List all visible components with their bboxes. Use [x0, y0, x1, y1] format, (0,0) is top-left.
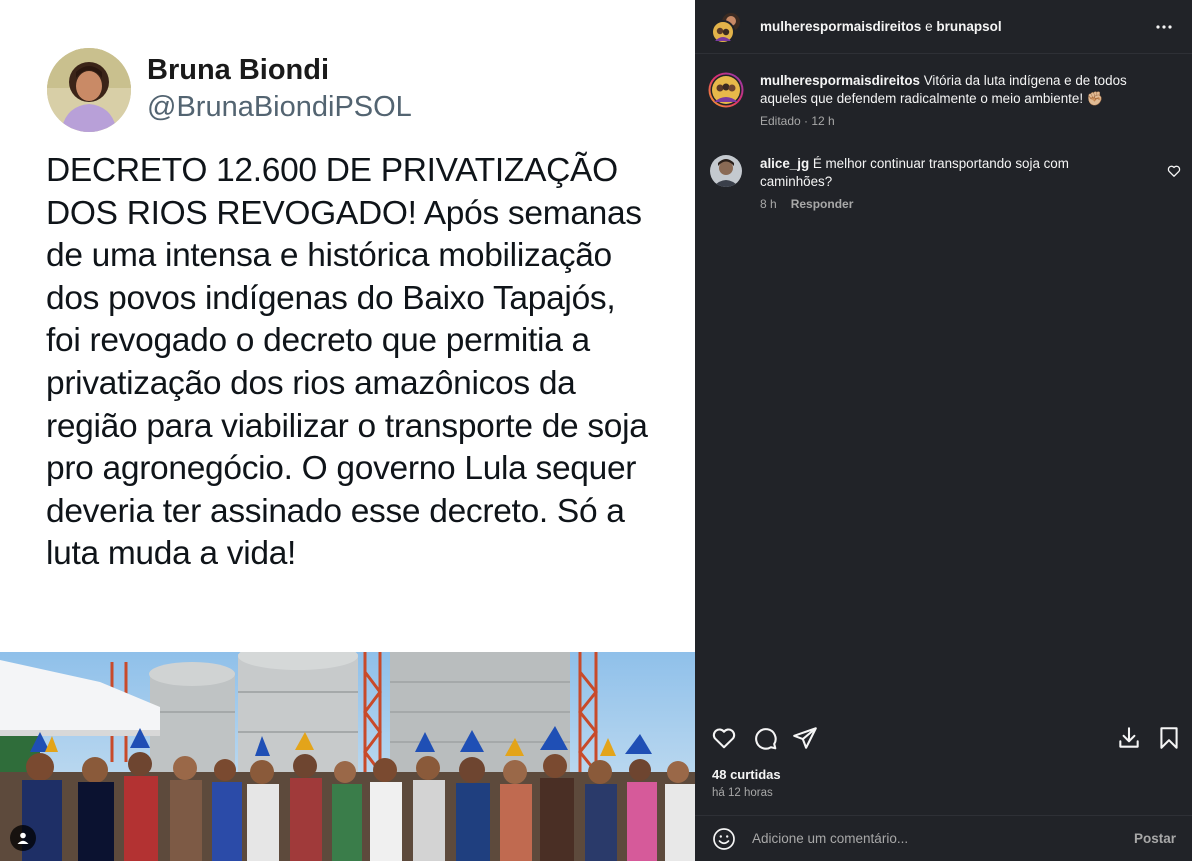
bookmark-icon: [1160, 727, 1178, 749]
emoji-button[interactable]: [712, 827, 736, 851]
caption-edited: Editado: [760, 114, 801, 128]
tweet-text: DECRETO 12.600 DE PRIVATIZAÇÃO DOS RIOS …: [46, 152, 648, 573]
heart-icon: [1167, 165, 1181, 177]
comment-time[interactable]: 8 h: [760, 197, 777, 211]
download-icon: [1119, 727, 1139, 748]
comment-input[interactable]: [752, 831, 1134, 846]
comment-item: alice_jg É melhor continuar transportand…: [710, 155, 1140, 211]
share-icon: [793, 727, 817, 749]
comment-username[interactable]: alice_jg: [760, 156, 809, 171]
more-horizontal-icon: [1156, 25, 1172, 29]
post-authors: mulherespormaisdireitos e brunapsol: [760, 19, 1002, 34]
like-button[interactable]: [711, 725, 737, 751]
caption: mulherespormaisdireitos Vitória da luta …: [708, 72, 1155, 128]
caption-time[interactable]: 12 h: [811, 114, 834, 128]
tweet-avatar: [47, 48, 131, 132]
author-1-link[interactable]: mulherespormaisdireitos: [760, 19, 921, 34]
share-button[interactable]: [792, 725, 818, 751]
protest-photo: [0, 652, 695, 861]
collab-avatars[interactable]: [711, 10, 743, 44]
likes-count[interactable]: 48 curtidas: [712, 767, 781, 782]
user-tag-icon[interactable]: [10, 825, 36, 851]
post-header: mulherespormaisdireitos e brunapsol: [695, 0, 1192, 54]
caption-username[interactable]: mulherespormaisdireitos: [760, 73, 920, 88]
comment-avatar[interactable]: [710, 155, 742, 187]
caption-meta: Editado · 12 h: [760, 114, 1155, 128]
download-button[interactable]: [1116, 725, 1142, 751]
heart-icon: [712, 728, 736, 749]
comment-meta: 8 h Responder: [760, 197, 1140, 211]
post-time[interactable]: há 12 horas: [712, 787, 773, 799]
comment-button[interactable]: [752, 725, 778, 751]
post-comment-button[interactable]: Postar: [1134, 831, 1176, 846]
comment-like-button[interactable]: [1167, 164, 1181, 178]
comment-icon: [755, 728, 777, 750]
tweet-author-name: Bruna Biondi: [147, 54, 330, 86]
post-sidebar: mulherespormaisdireitos e brunapsol mulh…: [695, 0, 1192, 861]
author-separator: e: [921, 19, 937, 34]
add-comment-bar: Postar: [695, 815, 1192, 861]
caption-text: mulherespormaisdireitos Vitória da luta …: [760, 72, 1155, 108]
tweet-header: Bruna Biondi @BrunaBiondiPSOL: [47, 48, 412, 132]
more-options-button[interactable]: [1152, 15, 1176, 39]
save-button[interactable]: [1156, 725, 1182, 751]
post-image[interactable]: Bruna Biondi @BrunaBiondiPSOL DECRETO 12…: [0, 0, 695, 861]
reply-button[interactable]: Responder: [791, 197, 854, 211]
smiley-icon: [713, 827, 735, 850]
caption-dot: ·: [800, 114, 812, 128]
caption-avatar[interactable]: [708, 72, 744, 108]
author-2-link[interactable]: brunapsol: [936, 19, 1001, 34]
tweet-author-handle: @BrunaBiondiPSOL: [147, 91, 412, 123]
comment-text: alice_jg É melhor continuar transportand…: [760, 155, 1140, 191]
action-bar: [695, 722, 1192, 758]
